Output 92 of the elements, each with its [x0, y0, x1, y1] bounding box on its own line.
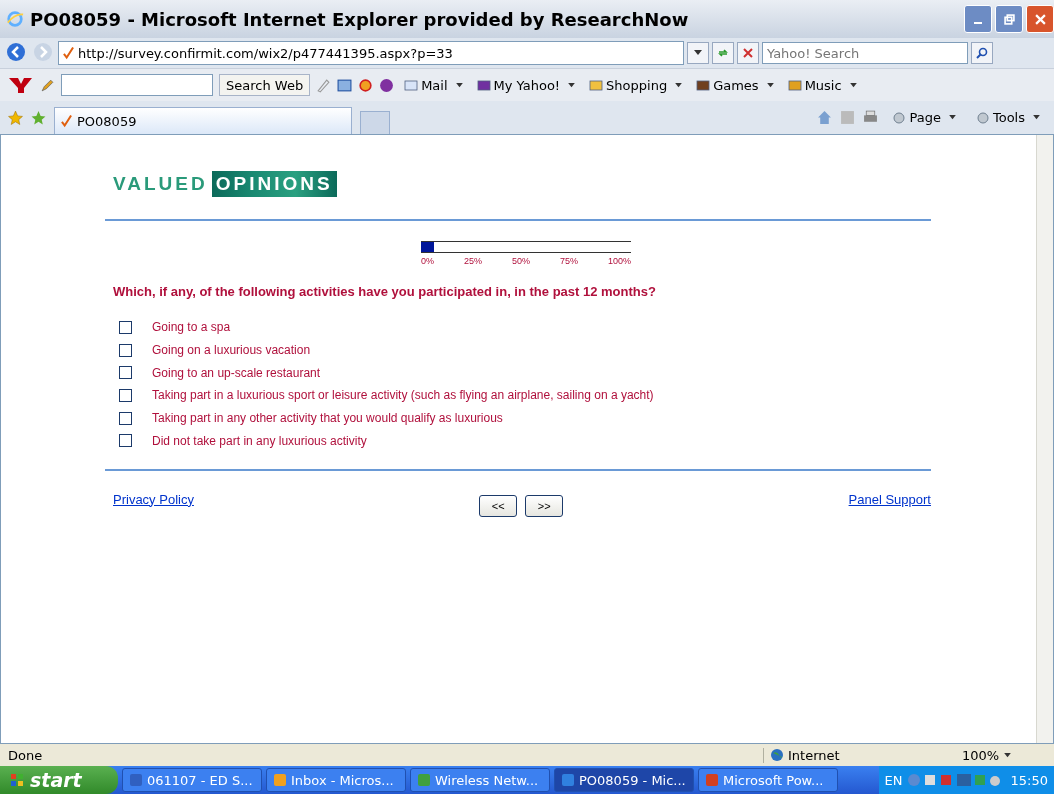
- close-button[interactable]: [1026, 5, 1054, 33]
- toolbar-search-field[interactable]: [61, 74, 213, 96]
- toolbar-item-icon: [476, 78, 491, 92]
- app-icon: [705, 773, 719, 787]
- taskbar-button[interactable]: 061107 - ED S...: [122, 768, 262, 792]
- minimize-icon: [974, 22, 982, 24]
- toolbar-menu[interactable]: Games: [692, 77, 778, 93]
- close-icon: [1034, 13, 1046, 25]
- windows-logo-icon: [10, 773, 24, 787]
- taskbar-button[interactable]: PO08059 - Mic...: [554, 768, 694, 792]
- clock: 15:50: [1010, 772, 1048, 788]
- toolbar-item-icon: [787, 78, 802, 92]
- option-label[interactable]: Did not take part in any luxurious activity: [152, 433, 367, 448]
- pencil-icon[interactable]: [40, 77, 55, 93]
- favorites-star-icon[interactable]: [8, 110, 23, 125]
- caret-icon: [568, 82, 576, 88]
- status-text: Done: [8, 747, 43, 763]
- checkmark-icon: [61, 114, 72, 128]
- yahoo-logo-icon: [8, 76, 34, 94]
- caret-icon: [1004, 752, 1012, 758]
- page-nav-button[interactable]: >>: [525, 495, 564, 518]
- checkmark-icon: [63, 46, 74, 60]
- checkbox[interactable]: [119, 320, 132, 334]
- stop-icon: [743, 48, 753, 58]
- checkbox[interactable]: [119, 411, 132, 425]
- checkbox[interactable]: [119, 388, 132, 402]
- progress-tick-label: 100%: [607, 256, 631, 266]
- taskbar-button[interactable]: Microsoft Pow...: [698, 768, 838, 792]
- dropdown-button[interactable]: [687, 42, 709, 64]
- tab-title: PO08059: [77, 113, 137, 129]
- browser-logo-icon: [6, 10, 24, 28]
- progress-tick-label: 0%: [421, 256, 434, 266]
- restore-button[interactable]: [995, 5, 1023, 33]
- logo-text: VALUED: [113, 173, 209, 195]
- highlighter-icon[interactable]: [316, 77, 332, 93]
- app-icon: [129, 773, 143, 787]
- logo-banner: OPINIONS: [211, 171, 337, 197]
- toolbar-item-icon: [404, 78, 419, 92]
- app-icon: [273, 773, 287, 787]
- command-menu[interactable]: Tools: [969, 109, 1046, 126]
- zone-label: Internet: [788, 747, 840, 763]
- zoom-button[interactable]: 100%: [956, 746, 1046, 764]
- toolbar-item-icon: [696, 78, 711, 92]
- option-label[interactable]: Going on a luxurious vacation: [152, 343, 311, 358]
- search-button[interactable]: [971, 42, 993, 64]
- caret-icon: [694, 50, 702, 56]
- toolbar-menu[interactable]: Shopping: [585, 77, 687, 93]
- browser-tab[interactable]: PO08059: [54, 107, 352, 134]
- option-label[interactable]: Taking part in a luxurious sport or leisure activity (such as flying an airplane, sailing on a yacht): [152, 388, 654, 403]
- command-menu[interactable]: Page: [886, 109, 962, 126]
- search-web-button[interactable]: Search Web: [219, 74, 311, 96]
- search-icon: [976, 47, 988, 59]
- checkbox[interactable]: [119, 434, 132, 448]
- page-nav-button[interactable]: <<: [479, 495, 518, 518]
- toolbar-menu[interactable]: Music: [783, 77, 861, 93]
- taskbar-button[interactable]: Wireless Netw...: [410, 768, 550, 792]
- progress-tick-label: 75%: [559, 256, 578, 266]
- progress-tick-label: 25%: [464, 256, 482, 266]
- scrollbar[interactable]: [1036, 135, 1053, 743]
- checkbox[interactable]: [119, 343, 132, 357]
- caret-icon: [1033, 115, 1040, 120]
- caret-icon: [948, 115, 956, 120]
- address-field[interactable]: http://survey.confirmit.com/wix2/p477441395.aspx?p=33: [58, 41, 684, 65]
- panel-support-link[interactable]: Panel Support: [848, 491, 931, 507]
- option-label[interactable]: Taking part in any other activity that you would qualify as luxurious: [152, 411, 503, 426]
- option-label[interactable]: Going to an up-scale restaurant: [152, 365, 321, 380]
- toolbar-menu[interactable]: Mail: [400, 77, 467, 93]
- caret-icon: [766, 82, 774, 88]
- stop-button[interactable]: [737, 42, 759, 64]
- toolbar-menu[interactable]: My Yahoo!: [472, 77, 580, 93]
- taskbar-button[interactable]: Inbox - Micros...: [266, 768, 406, 792]
- caret-icon: [675, 82, 683, 88]
- globe-icon: [770, 748, 784, 762]
- caret-icon: [849, 82, 857, 88]
- app-icon: [561, 773, 575, 787]
- minimize-button[interactable]: [964, 5, 992, 33]
- caret-icon: [455, 82, 463, 88]
- search-field[interactable]: Yahoo! Search: [762, 42, 968, 64]
- add-favorite-icon[interactable]: [31, 110, 46, 125]
- toolbar-item-icon: [589, 78, 604, 92]
- checkbox[interactable]: [119, 366, 132, 380]
- app-icon: [417, 773, 431, 787]
- progress-tick-label: 50%: [511, 256, 530, 266]
- print-icon[interactable]: [863, 110, 879, 125]
- question-text: Which, if any, of the following activities have you participated in, in the past 12 months?: [113, 284, 657, 299]
- refresh-icon: [717, 47, 729, 59]
- window-icon[interactable]: [337, 77, 353, 93]
- privacy-policy-link[interactable]: Privacy Policy: [113, 491, 194, 507]
- home-icon[interactable]: [817, 110, 833, 125]
- window-title: PO08059 - Microsoft Internet Explorer provided by ResearchNow: [30, 8, 689, 30]
- restore-icon: [1003, 13, 1015, 25]
- option-label[interactable]: Going to a spa: [152, 320, 231, 335]
